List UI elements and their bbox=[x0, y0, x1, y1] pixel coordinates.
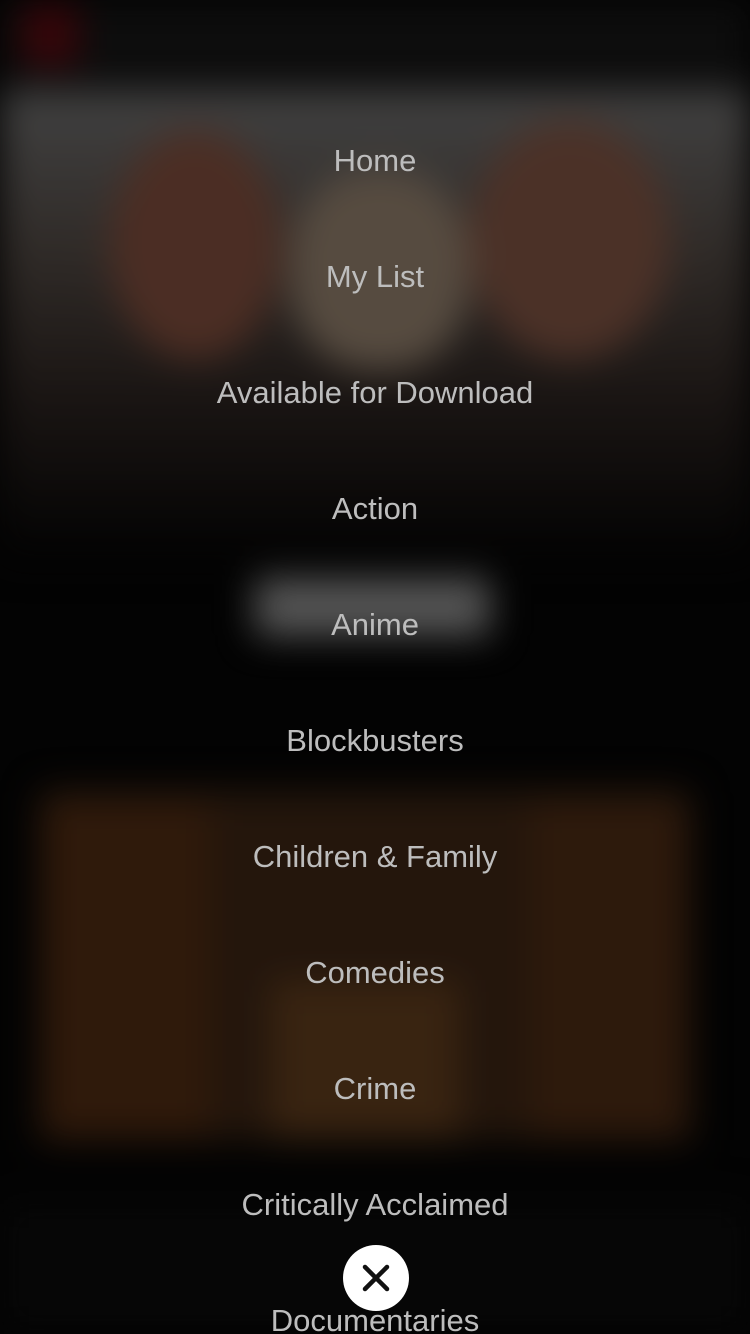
category-menu: Home My List Available for Download Acti… bbox=[0, 0, 750, 1334]
menu-item-home[interactable]: Home bbox=[0, 131, 750, 191]
menu-item-children-family[interactable]: Children & Family bbox=[0, 827, 750, 887]
menu-item-crime[interactable]: Crime bbox=[0, 1059, 750, 1119]
screen: Home My List Available for Download Acti… bbox=[0, 0, 750, 1334]
menu-item-blockbusters[interactable]: Blockbusters bbox=[0, 711, 750, 771]
close-icon bbox=[362, 1264, 390, 1292]
menu-item-action[interactable]: Action bbox=[0, 479, 750, 539]
menu-item-available-for-download[interactable]: Available for Download bbox=[0, 363, 750, 423]
menu-item-comedies[interactable]: Comedies bbox=[0, 943, 750, 1003]
close-menu-button[interactable] bbox=[343, 1245, 409, 1311]
menu-item-anime[interactable]: Anime bbox=[0, 595, 750, 655]
menu-item-critically-acclaimed[interactable]: Critically Acclaimed bbox=[0, 1175, 750, 1235]
menu-item-my-list[interactable]: My List bbox=[0, 247, 750, 307]
